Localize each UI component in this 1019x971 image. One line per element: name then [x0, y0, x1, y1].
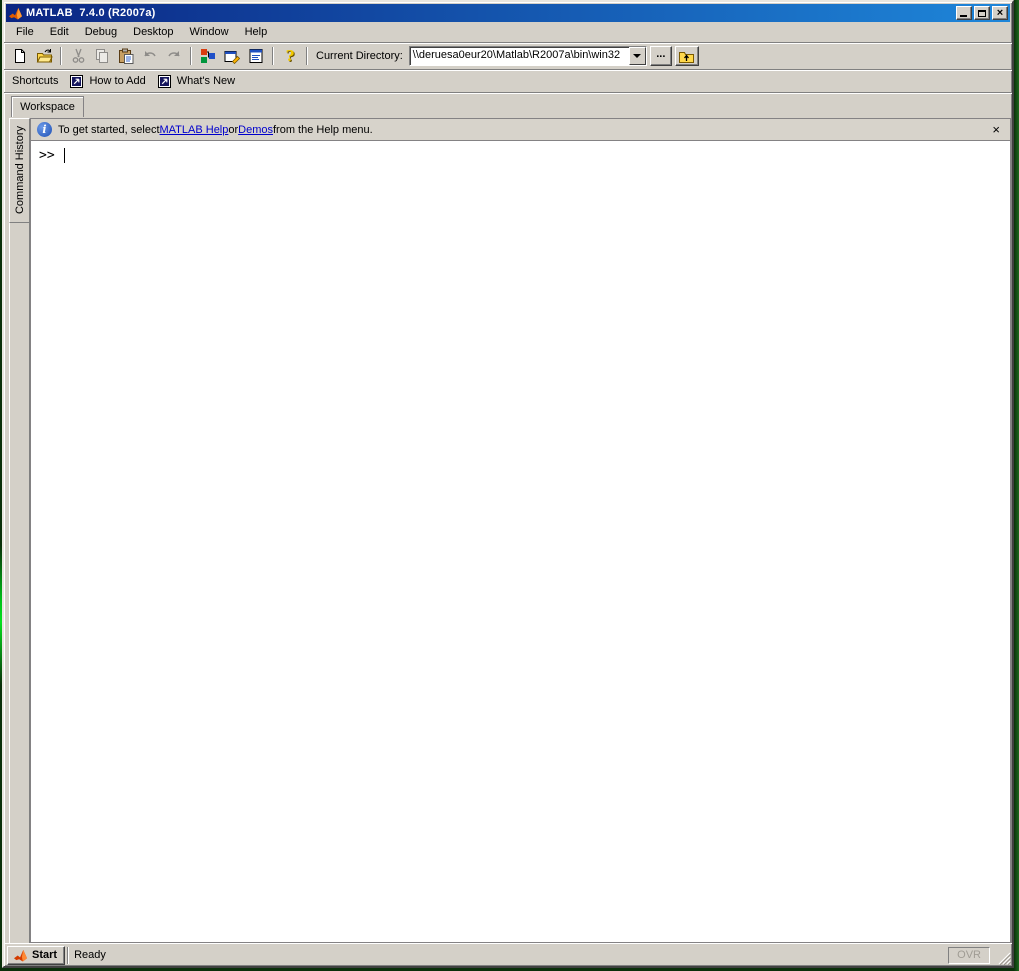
start-button[interactable]: Start: [7, 945, 66, 965]
profiler-button[interactable]: [244, 45, 268, 67]
profiler-icon: [249, 49, 263, 63]
shortcuts-bar: Shortcuts How to Add What's New: [4, 70, 1012, 93]
menu-window[interactable]: Window: [181, 23, 236, 41]
new-file-button[interactable]: [8, 45, 32, 67]
menu-bar: File Edit Debug Desktop Window Help: [4, 22, 1012, 43]
how-to-add-link[interactable]: How to Add: [89, 75, 145, 87]
close-button[interactable]: ×: [992, 6, 1008, 20]
up-directory-button[interactable]: [674, 46, 699, 66]
tab-workspace[interactable]: Workspace: [11, 96, 84, 117]
prompt-line: >>: [39, 148, 1002, 163]
dock-tab-row: Workspace: [4, 93, 1012, 117]
up-folder-icon: [679, 51, 695, 63]
dock-strip-filler: [9, 223, 30, 943]
guide-button[interactable]: [220, 45, 244, 67]
maximize-icon: [978, 9, 986, 17]
statusbar-separator: [67, 946, 70, 964]
shortcuts-label: Shortcuts: [12, 75, 59, 87]
left-dock-strip: Command History: [9, 118, 30, 943]
chevron-down-icon: [633, 54, 642, 58]
open-file-button[interactable]: [32, 45, 56, 67]
copy-icon: [96, 49, 108, 63]
matlab-start-icon: [14, 949, 27, 962]
redo-button[interactable]: [162, 45, 186, 67]
start-button-label: Start: [32, 949, 58, 961]
command-prompt: >>: [39, 148, 55, 163]
current-directory-combobox[interactable]: \\deruesa0eur20\Matlab\R2007a\bin\win32: [408, 46, 647, 66]
shortcut-arrow-icon: [70, 74, 84, 88]
infobar-close-icon[interactable]: ×: [990, 123, 1002, 136]
toolbar-separator: [306, 47, 308, 65]
current-directory-label: Current Directory:: [316, 50, 403, 62]
current-directory-value[interactable]: \\deruesa0eur20\Matlab\R2007a\bin\win32: [410, 47, 629, 65]
maximize-button[interactable]: [974, 6, 990, 20]
help-button[interactable]: ?: [278, 45, 302, 67]
matlab-help-link[interactable]: MATLAB Help: [160, 124, 229, 136]
toolbar: ? Current Directory: \\deruesa0eur20\Mat…: [4, 43, 1012, 70]
help-icon: ?: [285, 47, 295, 65]
command-window-panel: i To get started, select MATLAB Help or …: [30, 118, 1011, 943]
whats-new-link[interactable]: What's New: [177, 75, 235, 87]
matlab-logo-icon: [9, 7, 22, 20]
menu-file[interactable]: File: [8, 23, 42, 41]
info-icon: i: [37, 122, 52, 137]
infobar-text: or: [228, 123, 239, 136]
copy-button[interactable]: [90, 45, 114, 67]
simulink-button[interactable]: [196, 45, 220, 67]
menu-debug[interactable]: Debug: [77, 23, 125, 41]
simulink-icon: [201, 49, 215, 63]
minimize-icon: [960, 15, 967, 17]
getting-started-infobar: i To get started, select MATLAB Help or …: [31, 119, 1010, 141]
text-caret: [63, 148, 65, 163]
status-bar: Start Ready OVR: [4, 943, 1012, 966]
command-history-label: Command History: [13, 126, 26, 215]
toolbar-separator: [60, 47, 62, 65]
paste-icon: [119, 48, 134, 64]
toolbar-separator: [272, 47, 274, 65]
browse-directory-button[interactable]: ...: [649, 46, 672, 66]
cut-icon: [72, 48, 84, 63]
desktop-background-edge: [1014, 0, 1019, 971]
menu-help[interactable]: Help: [237, 23, 276, 41]
undo-icon: [144, 51, 156, 57]
window-title: MATLAB 7.4.0 (R2007a): [26, 7, 156, 19]
demos-link[interactable]: Demos: [238, 124, 273, 136]
overwrite-indicator: OVR: [948, 946, 990, 964]
minimize-button[interactable]: [956, 6, 972, 20]
command-window[interactable]: >>: [31, 141, 1010, 942]
new-file-icon: [15, 49, 25, 63]
infobar-text: from the Help menu.: [273, 123, 373, 136]
status-text: Ready: [74, 949, 106, 961]
matlab-window: MATLAB 7.4.0 (R2007a) × File Edit Debug …: [2, 0, 1014, 968]
menu-edit[interactable]: Edit: [42, 23, 77, 41]
infobar-text: To get started, select: [58, 123, 160, 136]
title-bar[interactable]: MATLAB 7.4.0 (R2007a) ×: [6, 4, 1010, 22]
tab-command-history[interactable]: Command History: [9, 118, 30, 223]
resize-grip[interactable]: [997, 951, 1011, 965]
menu-desktop[interactable]: Desktop: [125, 23, 181, 41]
guide-icon: [224, 51, 240, 64]
main-area: Command History i To get started, select…: [4, 117, 1012, 943]
close-icon: ×: [996, 7, 1004, 19]
redo-icon: [168, 51, 180, 57]
shortcut-arrow-icon: [157, 74, 171, 88]
undo-button[interactable]: [138, 45, 162, 67]
cut-button[interactable]: [66, 45, 90, 67]
toolbar-separator: [190, 47, 192, 65]
combo-dropdown-button[interactable]: [628, 47, 646, 65]
paste-button[interactable]: [114, 45, 138, 67]
open-folder-icon: [36, 49, 53, 63]
